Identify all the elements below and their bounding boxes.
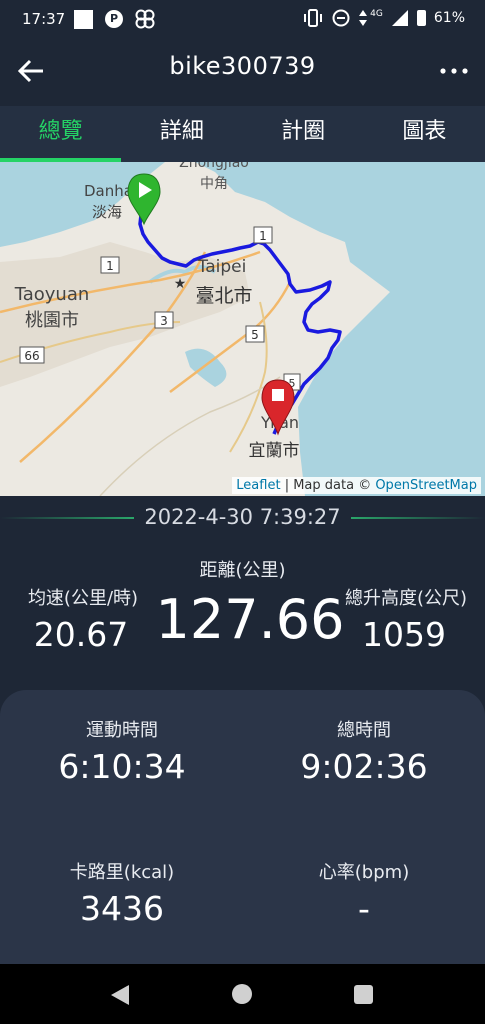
system-nav-bar [0, 964, 485, 1024]
distance-label: 距離(公里) [199, 560, 286, 581]
details-card: 運動時間 6:10:34 總時間 9:02:36 卡路里(kcal) 3436 … [0, 690, 485, 964]
tab-details[interactable]: 詳細 [121, 106, 242, 162]
notification-square-icon [74, 9, 93, 29]
vibrate-icon [304, 9, 323, 27]
road-shield-66: 66 [19, 346, 45, 364]
leaflet-link[interactable]: Leaflet [236, 478, 280, 493]
start-pin-icon[interactable] [127, 173, 161, 226]
home-circle-icon[interactable] [232, 984, 252, 1004]
calories-value: 3436 [80, 889, 164, 928]
road-shield-5: 5 [245, 325, 265, 343]
svg-text:5: 5 [251, 328, 259, 342]
back-triangle-icon[interactable] [110, 984, 130, 1006]
tab-laps[interactable]: 計圈 [243, 106, 364, 162]
pinwheel-icon [135, 9, 155, 29]
network-type: 4G [370, 9, 383, 19]
heart-rate-value: - [358, 889, 370, 928]
dnd-icon [332, 9, 350, 27]
moving-time-label: 運動時間 [86, 720, 158, 741]
map-label-zhongjiao-en: Zhongjiao [179, 162, 249, 171]
map-label-taoyuan-zh: 桃園市 [25, 310, 79, 331]
tab-charts[interactable]: 圖表 [364, 106, 485, 162]
moving-time-value: 6:10:34 [58, 747, 186, 786]
app-bar: bike300739 [0, 38, 485, 106]
total-time-value: 9:02:36 [300, 747, 428, 786]
road-shield-1: 1 [100, 256, 120, 274]
map-label-danshui-zh: 淡海 [92, 203, 122, 221]
attribution-text: | Map data © [280, 478, 376, 493]
date-divider-right [351, 517, 485, 519]
svg-text:3: 3 [160, 314, 168, 328]
svg-text:1: 1 [106, 259, 114, 273]
map-label-danshui-en: Danha [84, 182, 133, 200]
map-canvas[interactable]: 1 1 3 5 66 5 Zhongjiao 中角 Danha 淡海 Taipe… [0, 162, 485, 496]
map-label-taoyuan-en: Taoyuan [14, 284, 90, 305]
distance-value: 127.66 [155, 588, 345, 651]
tab-bar: 總覽 詳細 計圈 圖表 [0, 106, 485, 162]
road-shield-3: 3 [154, 311, 174, 329]
status-right-icons: 4G 61% [302, 9, 465, 27]
recents-square-icon[interactable] [354, 985, 373, 1004]
activity-title: bike300739 [169, 52, 316, 80]
elevation-value: 1059 [362, 615, 446, 654]
p-icon: P [105, 10, 123, 28]
battery-percent: 61% [433, 10, 465, 26]
osm-link[interactable]: OpenStreetMap [375, 478, 477, 493]
avg-speed-label: 均速(公里/時) [27, 588, 139, 609]
status-bar: 17:37 P 4G 61% [0, 0, 485, 38]
map-capital-star-icon: ★ [174, 276, 187, 292]
svg-text:66: 66 [24, 349, 39, 363]
more-horizontal-icon[interactable] [439, 56, 469, 86]
calories-label: 卡路里(kcal) [69, 862, 175, 883]
map-label-yilan-zh: 宜蘭市 [249, 441, 300, 461]
map-label-zhongjiao-zh: 中角 [200, 176, 228, 192]
svg-text:1: 1 [259, 229, 267, 243]
map-label-taipei-en: Taipei [197, 257, 247, 277]
heart-rate-label: 心率(bpm) [318, 862, 410, 883]
date-row: 2022-4-30 7:39:27 [0, 502, 485, 534]
battery-icon [416, 10, 426, 26]
map-label-taipei-zh: 臺北市 [195, 285, 252, 307]
signal-icon [391, 10, 408, 26]
status-time: 17:37 [22, 10, 66, 28]
road-shield-1b: 1 [253, 226, 273, 244]
avg-speed-value: 20.67 [33, 615, 129, 654]
tab-overview[interactable]: 總覽 [0, 106, 122, 162]
elevation-label: 總升高度(公尺) [344, 588, 468, 609]
status-left-icons: P [74, 9, 155, 29]
route-map[interactable]: 1 1 3 5 66 5 Zhongjiao 中角 Danha 淡海 Taipe… [0, 162, 485, 496]
map-attribution: Leaflet | Map data © OpenStreetMap [232, 477, 481, 494]
total-time-label: 總時間 [337, 720, 391, 741]
data-arrows-icon [359, 10, 368, 26]
